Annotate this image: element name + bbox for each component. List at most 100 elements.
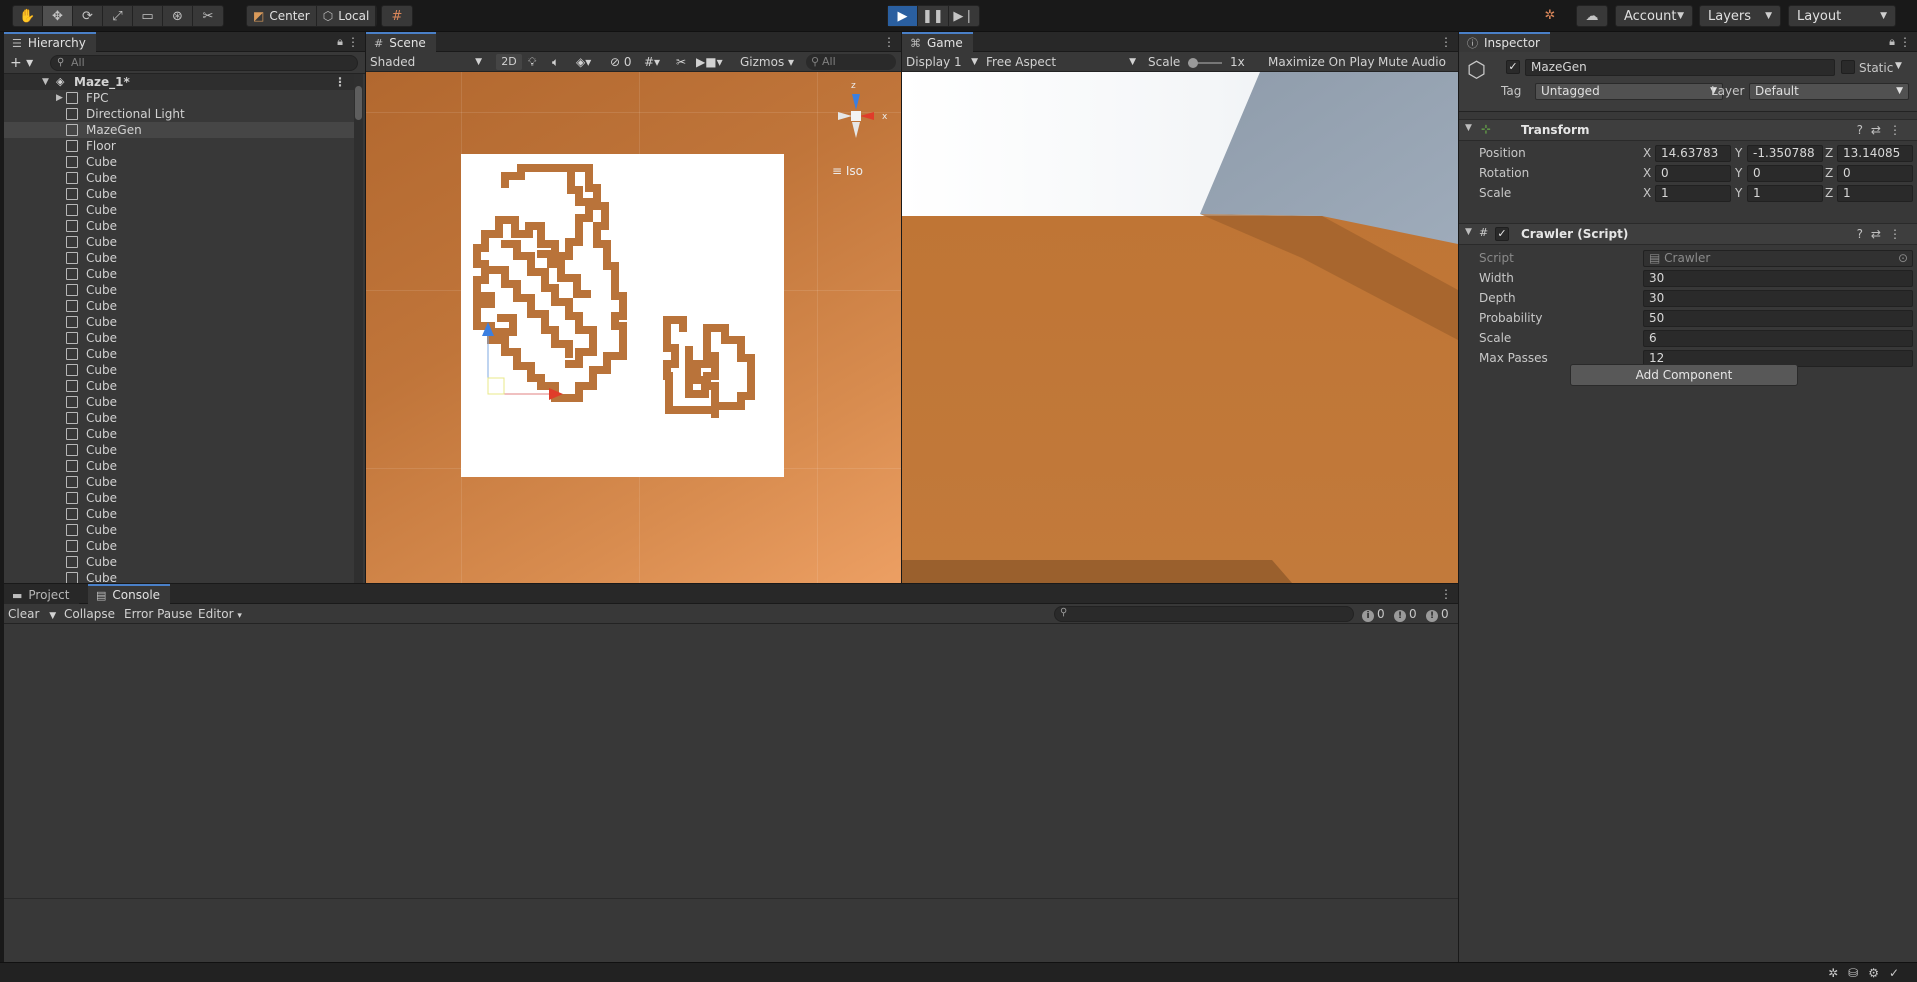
object-name-field[interactable]: MazeGen bbox=[1525, 59, 1835, 76]
hierarchy-item[interactable]: Cube bbox=[4, 538, 354, 554]
add-object-button[interactable]: + ▾ bbox=[10, 55, 33, 71]
component-actions[interactable]: ?⇄⋮ bbox=[1857, 227, 1909, 241]
hierarchy-item[interactable]: Cube bbox=[4, 522, 354, 538]
error-pause-toggle[interactable]: Error Pause bbox=[124, 606, 192, 622]
crawler-header[interactable]: ▼ # ✓ Crawler (Script) ?⇄⋮ bbox=[1459, 223, 1917, 245]
gizmo-x-cone[interactable] bbox=[860, 112, 874, 120]
display-dropdown[interactable]: Display 1 ▼ bbox=[906, 54, 980, 70]
editor-dropdown[interactable]: Editor ▾ bbox=[198, 606, 242, 622]
kebab-menu-icon[interactable]: ⋮ bbox=[883, 35, 895, 49]
crawler-enabled-checkbox[interactable]: ✓ bbox=[1495, 227, 1509, 241]
gizmo-center-cube[interactable] bbox=[851, 111, 861, 121]
grid-snap-icon[interactable]: # bbox=[382, 6, 412, 26]
scale-tool-icon[interactable]: ⤢ bbox=[103, 6, 133, 26]
mute-audio-toggle[interactable]: Mute Audio bbox=[1378, 54, 1446, 70]
position-y-field[interactable]: -1.350788 bbox=[1747, 145, 1823, 162]
error-count[interactable]: ! 0 bbox=[1426, 606, 1449, 622]
crawler-field-input[interactable]: 50 bbox=[1643, 310, 1913, 327]
camera-icon[interactable]: ▶■▾ bbox=[696, 54, 723, 70]
hierarchy-item[interactable]: Cube bbox=[4, 506, 354, 522]
maximize-on-play-toggle[interactable]: Maximize On Play bbox=[1268, 54, 1375, 70]
rotation-x-field[interactable]: 0 bbox=[1655, 165, 1731, 182]
scale-slider[interactable]: Scale 1x bbox=[1148, 54, 1245, 70]
step-button[interactable]: ▶❘ bbox=[949, 6, 979, 26]
hierarchy-item[interactable]: Cube bbox=[4, 490, 354, 506]
fold-arrow-icon[interactable]: ▼ bbox=[1465, 227, 1472, 237]
account-dropdown[interactable]: Account ▼ bbox=[1615, 5, 1693, 27]
layer-dropdown[interactable]: Default ▼ bbox=[1749, 83, 1909, 100]
hierarchy-item[interactable]: Cube bbox=[4, 314, 354, 330]
static-checkbox[interactable] bbox=[1841, 60, 1855, 74]
pause-button[interactable]: ❚❚ bbox=[918, 6, 949, 26]
hierarchy-item[interactable]: ▶ FPC bbox=[4, 90, 354, 106]
rotate-tool-icon[interactable]: ⟳ bbox=[73, 6, 103, 26]
tab-hierarchy[interactable]: ☰ Hierarchy bbox=[4, 32, 96, 52]
game-viewport[interactable] bbox=[902, 72, 1458, 583]
fold-arrow-icon[interactable]: ▼ bbox=[42, 74, 49, 90]
layout-dropdown[interactable]: Layout ▼ bbox=[1788, 5, 1896, 27]
kebab-menu-icon[interactable]: ⋮ bbox=[334, 74, 346, 90]
projection-label[interactable]: ≡ Iso bbox=[832, 164, 863, 178]
hierarchy-scrollbar[interactable] bbox=[354, 74, 363, 583]
hierarchy-item[interactable]: Cube bbox=[4, 330, 354, 346]
hierarchy-item[interactable]: Cube bbox=[4, 186, 354, 202]
tab-game[interactable]: ⌘ Game bbox=[902, 32, 973, 52]
target-icon[interactable]: ⊙ bbox=[1898, 251, 1908, 266]
hierarchy-item[interactable]: Cube bbox=[4, 298, 354, 314]
kebab-menu-icon[interactable]: ⋮ bbox=[1440, 587, 1452, 601]
lock-icon[interactable]: 🔒︎ bbox=[337, 35, 343, 49]
collapse-toggle[interactable]: Collapse bbox=[64, 606, 115, 622]
lighting-toggle-icon[interactable]: 💡︎ bbox=[528, 54, 536, 70]
rotation-z-field[interactable]: 0 bbox=[1837, 165, 1913, 182]
collab-icon[interactable]: ✲ bbox=[1535, 5, 1565, 25]
hierarchy-item[interactable]: Cube bbox=[4, 282, 354, 298]
hierarchy-item[interactable]: Cube bbox=[4, 570, 354, 583]
crawler-field-input[interactable]: 30 bbox=[1643, 270, 1913, 287]
hierarchy-item[interactable]: MazeGen bbox=[4, 122, 354, 138]
chevron-down-icon[interactable]: ▼ bbox=[49, 611, 56, 621]
custom-tool-icon[interactable]: ✂ bbox=[193, 6, 223, 26]
warning-count[interactable]: ! 0 bbox=[1394, 606, 1417, 622]
console-search-input[interactable]: ⚲ bbox=[1054, 606, 1354, 622]
hand-tool-icon[interactable]: ✋ bbox=[13, 6, 43, 26]
position-x-field[interactable]: 14.63783 bbox=[1655, 145, 1731, 162]
fold-arrow-icon[interactable]: ▶ bbox=[56, 90, 63, 106]
kebab-menu-icon[interactable]: ⋮ bbox=[347, 35, 359, 49]
log-count[interactable]: i0 bbox=[1362, 606, 1385, 622]
crawler-field-input[interactable]: 6 bbox=[1643, 330, 1913, 347]
scene-search-input[interactable]: ⚲ All bbox=[806, 54, 896, 70]
scrollbar-thumb[interactable] bbox=[355, 86, 362, 120]
tab-project[interactable]: ▬ Project bbox=[4, 584, 80, 604]
gizmo-neg-y-cone[interactable] bbox=[852, 122, 860, 138]
hierarchy-item[interactable]: Cube bbox=[4, 266, 354, 282]
rotation-y-field[interactable]: 0 bbox=[1747, 165, 1823, 182]
transform-header[interactable]: ▼ ⊹ Transform ?⇄⋮ bbox=[1459, 119, 1917, 141]
transform-tool-icon[interactable]: ⊛ bbox=[163, 6, 193, 26]
scene-viewport[interactable]: z x ≡ Iso bbox=[366, 72, 901, 583]
kebab-menu-icon[interactable]: ⋮ bbox=[1440, 35, 1452, 49]
hierarchy-item[interactable]: Cube bbox=[4, 218, 354, 234]
status-icons[interactable]: ✲⛁⚙✓ bbox=[1828, 966, 1909, 980]
scene-row[interactable]: ▼ ◈ Maze_1* ⋮ bbox=[4, 74, 354, 90]
scale-track[interactable] bbox=[1188, 57, 1223, 68]
crawler-field-input[interactable]: 30 bbox=[1643, 290, 1913, 307]
hierarchy-item[interactable]: Cube bbox=[4, 442, 354, 458]
active-checkbox[interactable]: ✓ bbox=[1506, 60, 1520, 74]
hierarchy-item[interactable]: Cube bbox=[4, 202, 354, 218]
hierarchy-item[interactable]: Cube bbox=[4, 426, 354, 442]
audio-toggle-icon[interactable]: 🔈︎ bbox=[552, 54, 559, 70]
component-actions[interactable]: ?⇄⋮ bbox=[1857, 123, 1909, 137]
clear-button[interactable]: Clear ▼ bbox=[8, 606, 56, 622]
pivot-center-button[interactable]: ◩ Center bbox=[247, 6, 317, 26]
effects-toggle-icon[interactable]: ◈▾ bbox=[576, 54, 591, 70]
hierarchy-item[interactable]: Cube bbox=[4, 154, 354, 170]
hierarchy-item[interactable]: Floor bbox=[4, 138, 354, 154]
aspect-dropdown[interactable]: Free Aspect ▼ bbox=[986, 54, 1142, 70]
hierarchy-search-input[interactable]: ⚲ All bbox=[50, 55, 358, 71]
hierarchy-item[interactable]: Cube bbox=[4, 410, 354, 426]
hierarchy-item[interactable]: Cube bbox=[4, 250, 354, 266]
hierarchy-item[interactable]: Cube bbox=[4, 346, 354, 362]
gizmo-neg-x-cone[interactable] bbox=[838, 112, 852, 120]
grid-toggle-icon[interactable]: #▾ bbox=[644, 54, 660, 70]
hierarchy-item[interactable]: Cube bbox=[4, 474, 354, 490]
